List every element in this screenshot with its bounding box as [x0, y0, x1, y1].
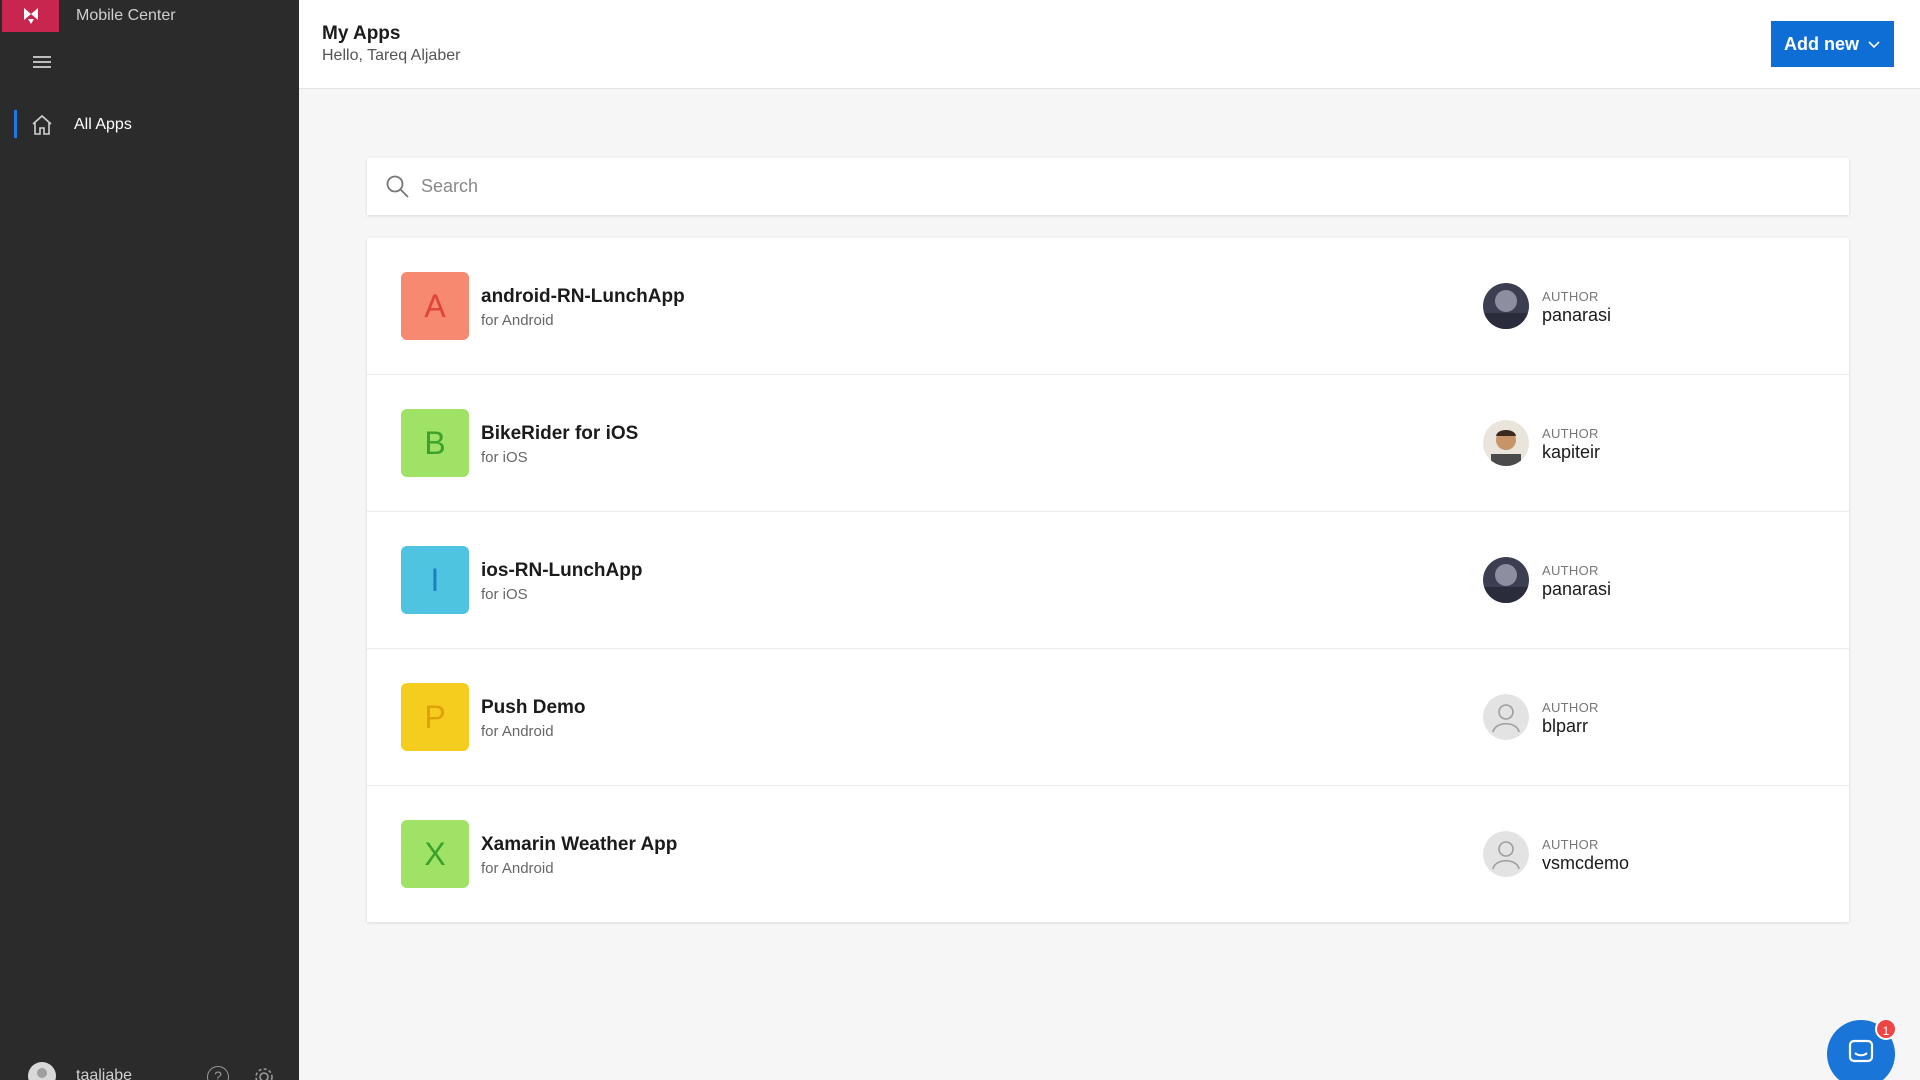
- author-label: AUTHOR: [1542, 837, 1599, 852]
- author-name: panarasi: [1542, 305, 1612, 325]
- help-icon[interactable]: ?: [207, 1066, 229, 1080]
- search-input[interactable]: [421, 158, 1821, 215]
- add-new-label: Add new: [1784, 33, 1859, 54]
- avatar[interactable]: [28, 1062, 56, 1080]
- chevron-down-icon: [1868, 41, 1880, 49]
- search-bar: [367, 158, 1849, 215]
- user-name[interactable]: taaljabe: [76, 1067, 132, 1080]
- sidebar: Mobile Center All Apps taaljabe ?: [0, 0, 299, 1080]
- list-item[interactable]: X Xamarin Weather App for Android AUTHOR…: [367, 786, 1849, 923]
- app-platform: for Android: [481, 723, 554, 740]
- page-header: My Apps Hello, Tareq Aljaber Add new: [299, 0, 1920, 89]
- brand-bar: Mobile Center: [0, 0, 299, 32]
- app-letter-icon: I: [401, 546, 469, 614]
- app-platform: for Android: [481, 860, 554, 877]
- author-name: vsmcdemo: [1542, 853, 1630, 873]
- app-letter-icon: A: [401, 272, 469, 340]
- author-name: panarasi: [1542, 579, 1612, 599]
- author-name: kapiteir: [1542, 442, 1601, 462]
- home-icon: [32, 114, 52, 135]
- sidebar-item-all-apps[interactable]: All Apps: [0, 106, 299, 144]
- author-avatar: [1483, 420, 1529, 466]
- app-name: Mobile Center: [76, 7, 176, 24]
- author-avatar: [1483, 283, 1529, 329]
- app-letter-icon: B: [401, 409, 469, 477]
- app-platform: for iOS: [481, 586, 528, 603]
- greeting-text: Hello, Tareq Aljaber: [322, 47, 461, 64]
- app-name[interactable]: Xamarin Weather App: [481, 834, 677, 856]
- gear-icon[interactable]: [252, 1065, 276, 1080]
- author-avatar: [1483, 557, 1529, 603]
- add-new-button[interactable]: Add new: [1771, 21, 1894, 67]
- app-platform: for Android: [481, 312, 554, 329]
- menu-icon[interactable]: [30, 52, 54, 72]
- app-list: A android-RN-LunchApp for Android AUTHOR…: [367, 238, 1849, 922]
- author-avatar: [1483, 831, 1529, 877]
- list-item[interactable]: I ios-RN-LunchApp for iOS AUTHOR panaras…: [367, 512, 1849, 649]
- author-name: blparr: [1542, 716, 1589, 736]
- active-indicator: [14, 110, 17, 138]
- page-title: My Apps: [322, 23, 401, 44]
- search-icon: [386, 175, 409, 198]
- list-item[interactable]: P Push Demo for Android AUTHOR blparr: [367, 649, 1849, 786]
- app-name[interactable]: android-RN-LunchApp: [481, 286, 685, 308]
- app-letter-icon: X: [401, 820, 469, 888]
- user-strip: taaljabe ?: [0, 1058, 299, 1080]
- sidebar-item-label: All Apps: [74, 116, 132, 133]
- author-label: AUTHOR: [1542, 289, 1599, 304]
- app-name[interactable]: Push Demo: [481, 697, 586, 719]
- author-label: AUTHOR: [1542, 700, 1599, 715]
- chat-icon: [1848, 1039, 1874, 1063]
- author-label: AUTHOR: [1542, 426, 1599, 441]
- list-item[interactable]: B BikeRider for iOS for iOS AUTHOR kapit…: [367, 375, 1849, 512]
- mobile-center-logo-icon[interactable]: [2, 0, 59, 32]
- app-name[interactable]: BikeRider for iOS: [481, 423, 638, 445]
- author-label: AUTHOR: [1542, 563, 1599, 578]
- author-avatar: [1483, 694, 1529, 740]
- notification-badge: 1: [1875, 1018, 1897, 1040]
- list-item[interactable]: A android-RN-LunchApp for Android AUTHOR…: [367, 238, 1849, 375]
- app-name[interactable]: ios-RN-LunchApp: [481, 560, 642, 582]
- app-platform: for iOS: [481, 449, 528, 466]
- app-letter-icon: P: [401, 683, 469, 751]
